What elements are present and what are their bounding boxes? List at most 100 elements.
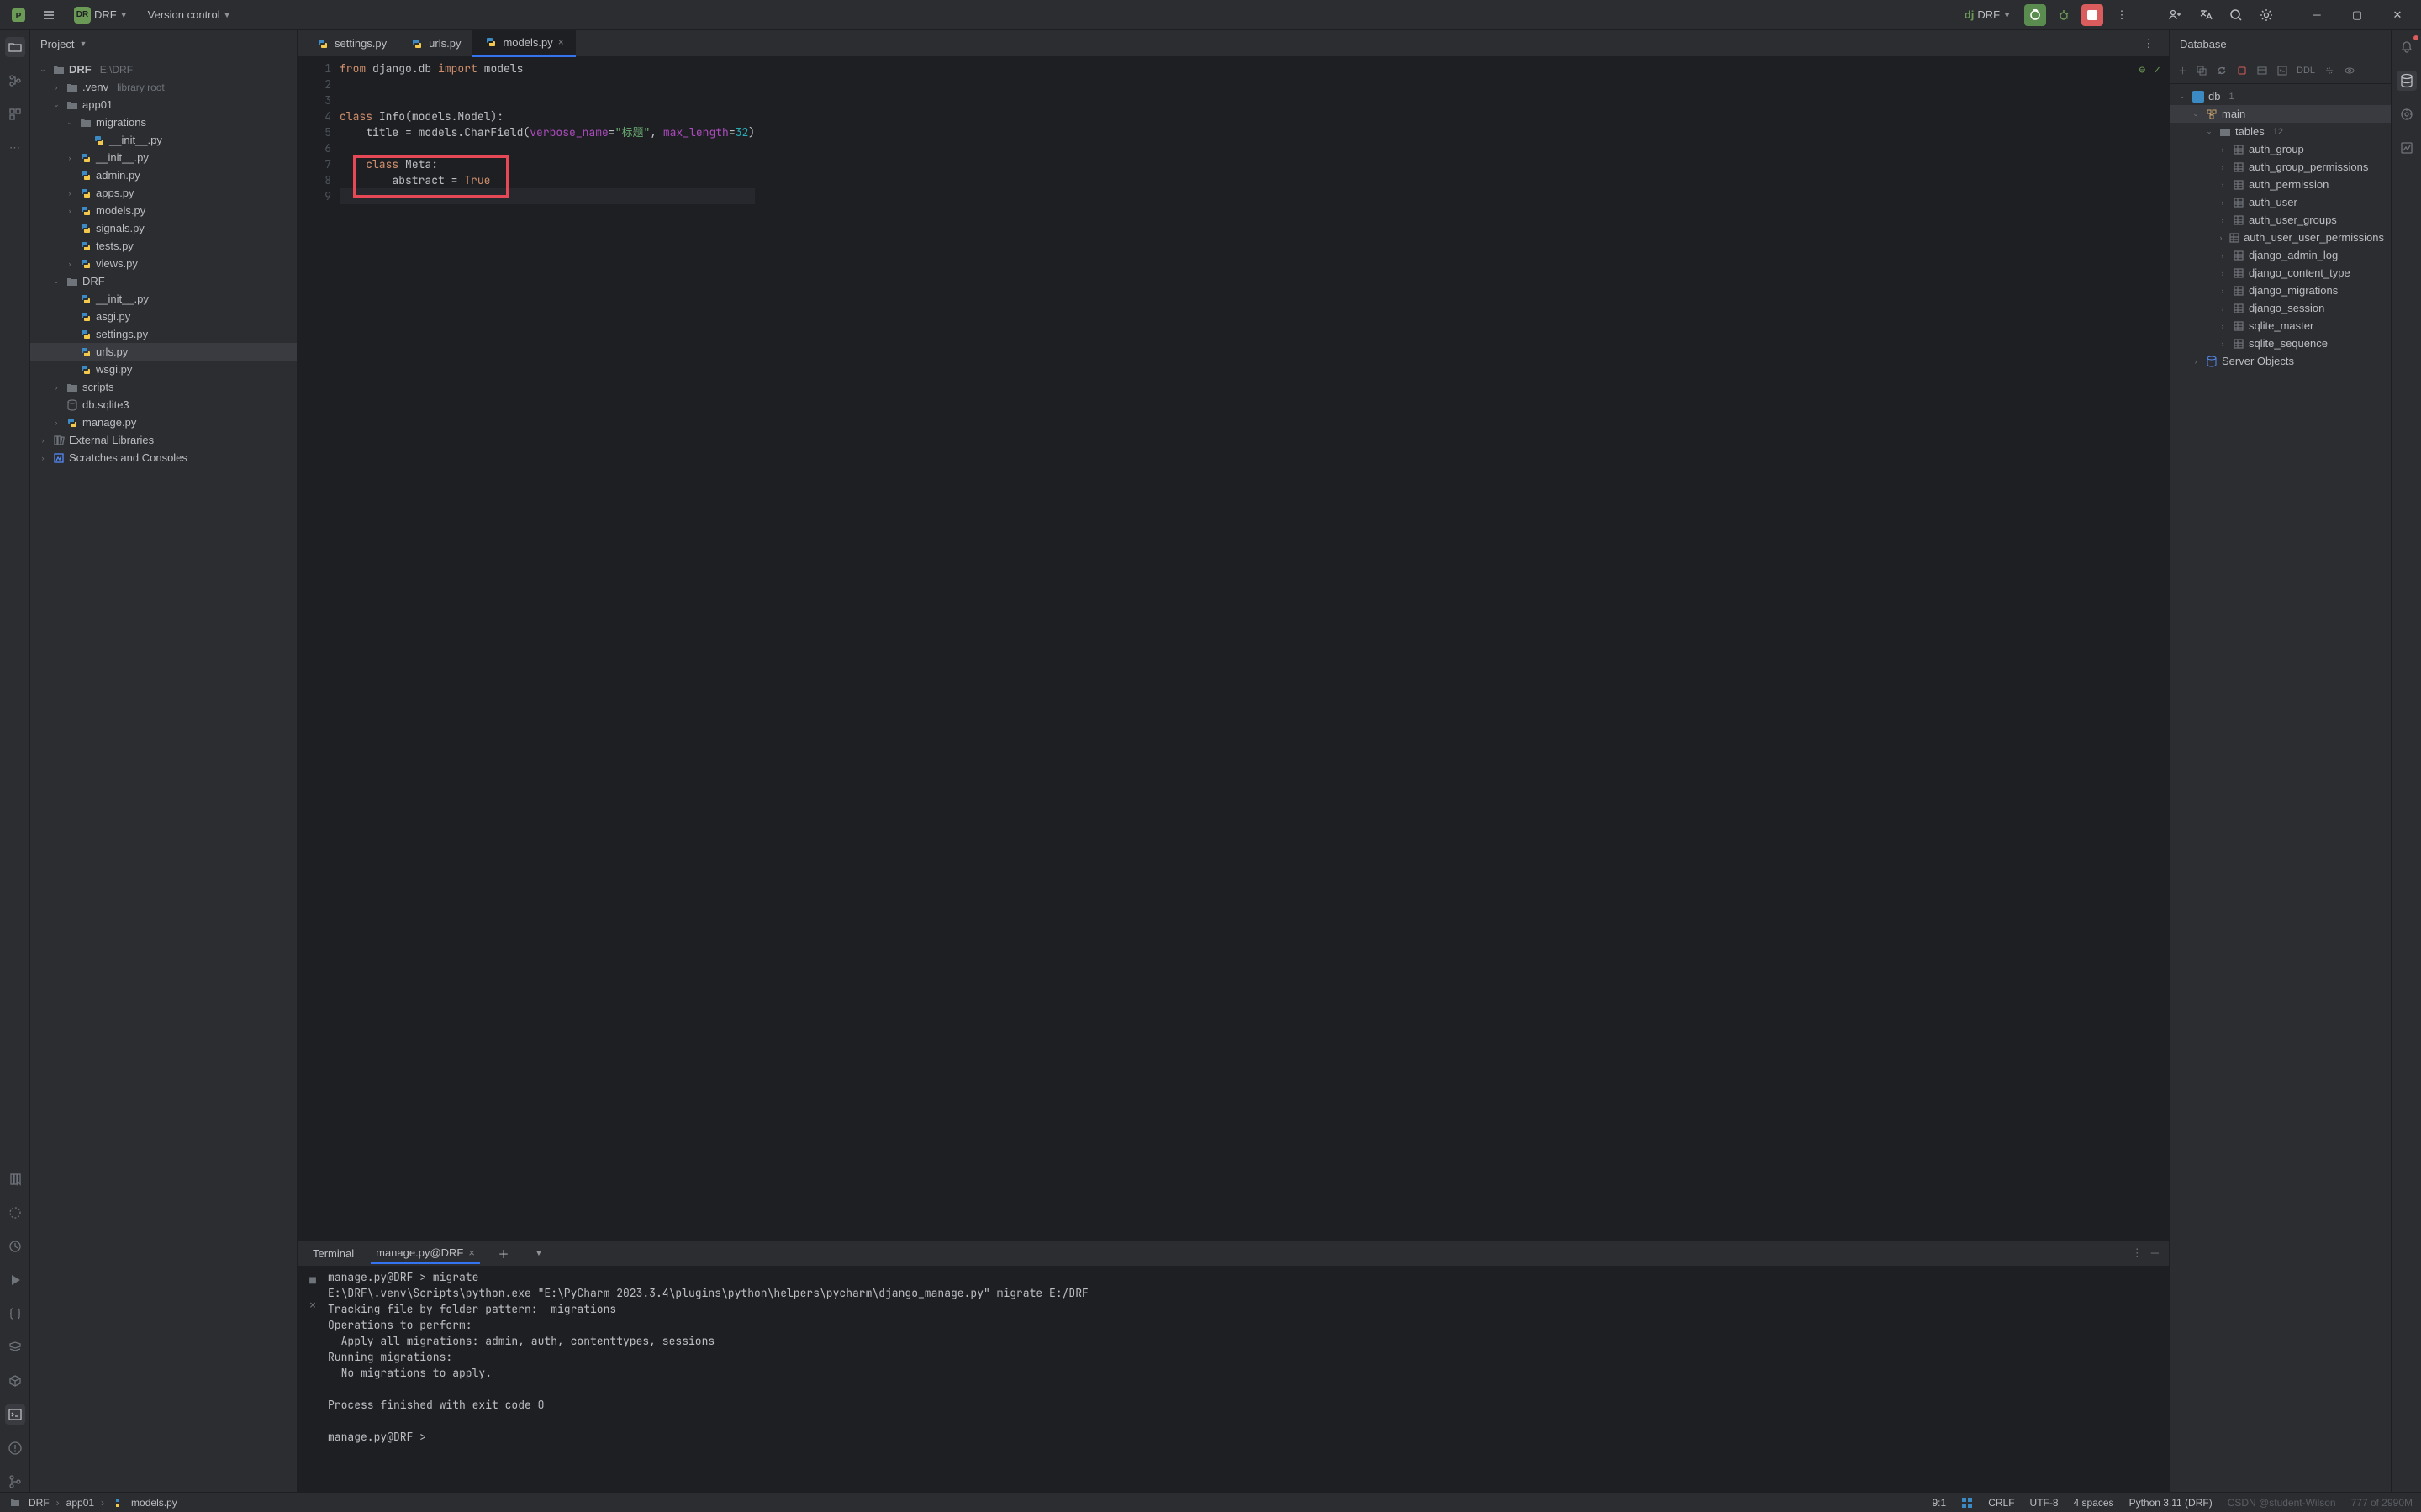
chevron-down-icon[interactable]: ▼ (79, 40, 87, 48)
memory-indicator[interactable]: 777 of 2990M (2351, 1497, 2413, 1509)
terminal-dropdown-icon[interactable]: ▼ (527, 1241, 551, 1265)
chevron-icon[interactable]: ⌄ (2176, 92, 2188, 101)
close-window-button[interactable]: ✕ (2381, 0, 2414, 30)
todo-tool-icon[interactable] (5, 1236, 25, 1256)
chevron-icon[interactable]: › (37, 436, 49, 445)
editor-body[interactable]: 123456789 from django.db import models c… (298, 57, 2169, 1240)
chevron-icon[interactable]: › (2217, 340, 2228, 348)
ddl-label[interactable]: DDL (2297, 66, 2315, 76)
tree-item[interactable]: signals.py (30, 219, 297, 237)
vcs-selector[interactable]: Version control ▼ (141, 5, 238, 24)
chevron-icon[interactable]: › (2217, 216, 2228, 224)
settings-icon[interactable] (2255, 3, 2278, 27)
chevron-icon[interactable]: › (2190, 357, 2202, 366)
chevron-icon[interactable]: › (2217, 198, 2228, 207)
code-line[interactable]: class Meta: (340, 156, 755, 172)
indent-setting[interactable]: 4 spaces (2074, 1497, 2114, 1509)
terminal-tool-icon[interactable] (5, 1404, 25, 1425)
add-terminal-icon[interactable]: ＋ (492, 1241, 515, 1265)
tree-item[interactable]: ⌄app01 (30, 96, 297, 113)
inspect-scope-icon[interactable]: ⊖ (2139, 62, 2145, 76)
more-tools-icon[interactable]: ⋯ (5, 138, 25, 158)
vcs-tool-icon[interactable] (5, 1472, 25, 1492)
tree-item[interactable]: ⌄migrations (30, 113, 297, 131)
db-table[interactable]: ›sqlite_sequence (2170, 335, 2391, 352)
code-line[interactable] (340, 92, 755, 108)
db-tables-folder[interactable]: ⌄ tables 12 (2170, 123, 2391, 140)
db-table[interactable]: ›auth_user_user_permissions (2170, 229, 2391, 246)
db-table[interactable]: ›auth_group (2170, 140, 2391, 158)
terminal-body[interactable]: ■ ✕ manage.py@DRF > migrate E:\DRF\.venv… (298, 1266, 2169, 1492)
code-content[interactable]: from django.db import models class Info(… (340, 57, 755, 1240)
problems-tool-icon[interactable] (5, 1438, 25, 1458)
db-table[interactable]: ›django_admin_log (2170, 246, 2391, 264)
stop-process-icon[interactable]: ■ (309, 1272, 316, 1288)
close-session-icon[interactable]: ✕ (309, 1297, 316, 1313)
db-server-objects[interactable]: › Server Objects (2170, 352, 2391, 370)
chevron-icon[interactable]: › (50, 383, 62, 392)
db-table[interactable]: ›django_content_type (2170, 264, 2391, 282)
code-line[interactable]: from django.db import models (340, 61, 755, 76)
breadcrumb-item[interactable]: DRF (29, 1497, 50, 1509)
tree-item[interactable]: urls.py (30, 343, 297, 361)
editor-tab[interactable]: settings.py (304, 30, 398, 57)
code-line[interactable] (340, 140, 755, 156)
close-icon[interactable]: × (558, 36, 564, 48)
tree-item[interactable]: asgi.py (30, 308, 297, 325)
python-packages-icon[interactable] (5, 1203, 25, 1223)
db-table[interactable]: ›django_migrations (2170, 282, 2391, 299)
breadcrumb-item[interactable]: models.py (131, 1497, 177, 1509)
tree-item[interactable]: ›.venvlibrary root (30, 78, 297, 96)
more-actions-icon[interactable]: ⋮ (2110, 3, 2134, 27)
cursor-position[interactable]: 9:1 (1933, 1497, 1947, 1509)
breadcrumb-item[interactable]: app01 (66, 1497, 94, 1509)
scicview-icon[interactable] (2397, 138, 2417, 158)
db-table[interactable]: ›auth_user_groups (2170, 211, 2391, 229)
run-config-selector[interactable]: dj DRF ▼ (1958, 5, 2018, 24)
tree-item[interactable]: ›views.py (30, 255, 297, 272)
tree-item[interactable]: __init__.py (30, 290, 297, 308)
file-encoding[interactable]: UTF-8 (2030, 1497, 2059, 1509)
search-icon[interactable] (2224, 3, 2248, 27)
structure-tool-icon[interactable] (5, 71, 25, 91)
editor-tab[interactable]: models.py× (472, 30, 575, 57)
project-tree[interactable]: ⌄ DRF E:\DRF ›.venvlibrary root⌄app01⌄mi… (30, 57, 297, 1492)
line-separator[interactable]: CRLF (1988, 1497, 2014, 1509)
terminal-tab-manage[interactable]: manage.py@DRF× (371, 1243, 480, 1264)
chevron-icon[interactable]: › (37, 454, 49, 462)
scratches-consoles[interactable]: › Scratches and Consoles (30, 449, 297, 466)
ai-assistant-icon[interactable] (2397, 104, 2417, 124)
terminal-hide-icon[interactable]: ─ (2151, 1246, 2159, 1260)
code-line[interactable]: title = models.CharField(verbose_name="标… (340, 124, 755, 140)
run-tool-icon[interactable] (5, 1270, 25, 1290)
code-line[interactable] (340, 188, 755, 204)
tree-item[interactable]: ›scripts (30, 378, 297, 396)
services-tool-icon[interactable] (5, 1337, 25, 1357)
project-selector[interactable]: DR DRF ▼ (67, 3, 134, 27)
python-console-icon[interactable] (5, 1304, 25, 1324)
commit-tool-icon[interactable] (5, 104, 25, 124)
tree-item[interactable]: ⌄DRF (30, 272, 297, 290)
chevron-icon[interactable]: › (50, 83, 62, 92)
terminal-options-icon[interactable]: ⋮ (2132, 1246, 2143, 1260)
database-tree[interactable]: ⌄ db 1 ⌄ main ⌄ tables 12 ›auth_group›au… (2170, 84, 2391, 1492)
project-tool-icon[interactable] (5, 37, 25, 57)
main-menu-icon[interactable] (37, 3, 61, 27)
code-line[interactable]: abstract = True (340, 172, 755, 188)
refresh-icon[interactable] (2216, 65, 2228, 76)
tree-item[interactable]: ›__init__.py (30, 149, 297, 166)
chevron-icon[interactable]: ⌄ (2190, 109, 2202, 119)
code-line[interactable]: class Info(models.Model): (340, 108, 755, 124)
transaction-icon[interactable] (2256, 65, 2268, 76)
debug-button[interactable] (2053, 4, 2075, 26)
tree-item[interactable]: ›models.py (30, 202, 297, 219)
chevron-icon[interactable]: › (64, 154, 76, 162)
interpreter[interactable]: Python 3.11 (DRF) (2129, 1497, 2213, 1509)
terminal-tab-local[interactable]: Terminal (308, 1244, 359, 1263)
db-table[interactable]: ›sqlite_master (2170, 317, 2391, 335)
run-button[interactable] (2024, 4, 2046, 26)
bookmarks-tool-icon[interactable] (5, 1169, 25, 1189)
tree-item[interactable]: admin.py (30, 166, 297, 184)
duplicate-icon[interactable] (2196, 65, 2207, 76)
db-table[interactable]: ›django_session (2170, 299, 2391, 317)
